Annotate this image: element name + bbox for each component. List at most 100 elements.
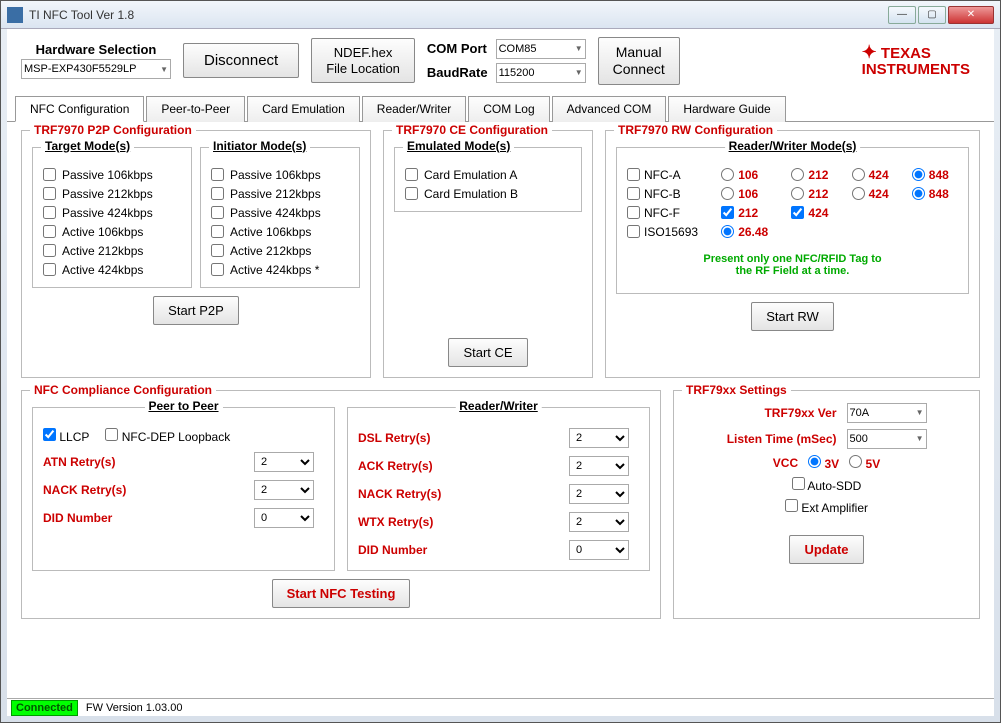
p2p-target-checkbox-0[interactable]: Passive 106kbps <box>43 168 181 182</box>
emulated-modes-title: Emulated Mode(s) <box>403 139 514 153</box>
start-p2p-button[interactable]: Start P2P <box>153 296 239 325</box>
rw-nfc-b-106[interactable]: 106 <box>721 187 777 201</box>
maximize-button[interactable]: ▢ <box>918 6 946 24</box>
did-number-label: DID Number <box>43 511 240 525</box>
minimize-button[interactable]: — <box>888 6 916 24</box>
chevron-down-icon: ▼ <box>575 68 583 77</box>
update-button[interactable]: Update <box>789 535 863 564</box>
p2p-target-checkbox-4[interactable]: Active 212kbps <box>43 244 181 258</box>
dsl-retry-select[interactable]: 2 <box>569 428 629 448</box>
rw-nfc-f-checkbox[interactable]: NFC-F <box>627 206 707 220</box>
wtx-retry-select[interactable]: 2 <box>569 512 629 532</box>
tab-reader-writer[interactable]: Reader/Writer <box>362 96 466 122</box>
ext-amplifier-checkbox[interactable]: Ext Amplifier <box>785 499 868 515</box>
chevron-down-icon: ▼ <box>575 44 583 53</box>
hardware-selection-label: Hardware Selection <box>21 42 171 57</box>
rw-nfc-a-106[interactable]: 106 <box>721 168 777 182</box>
listen-time-label: Listen Time (mSec) <box>727 432 837 446</box>
vcc-5v-radio[interactable]: 5V <box>849 455 880 471</box>
tab-com-log[interactable]: COM Log <box>468 96 549 122</box>
vcc-3v-radio[interactable]: 3V <box>808 455 839 471</box>
chevron-down-icon: ▼ <box>160 65 168 74</box>
window-title: TI NFC Tool Ver 1.8 <box>29 8 888 22</box>
dsl-retry-label: DSL Retry(s) <box>358 431 555 445</box>
tab-nfc-configuration[interactable]: NFC Configuration <box>15 96 144 122</box>
ack-retry-select[interactable]: 2 <box>569 456 629 476</box>
rw-nfc-a-848[interactable]: 848 <box>912 168 958 182</box>
atn-retry-label: ATN Retry(s) <box>43 455 240 469</box>
app-icon <box>7 7 23 23</box>
rw-hint: Present only one NFC/RFID Tag to the RF … <box>627 253 958 277</box>
target-modes-title: Target Mode(s) <box>41 139 134 153</box>
rw-panel-title: TRF7970 RW Configuration <box>614 123 777 137</box>
start-nfc-testing-button[interactable]: Start NFC Testing <box>272 579 411 608</box>
tab-advanced-com[interactable]: Advanced COM <box>552 96 667 122</box>
baudrate-label: BaudRate <box>427 65 488 80</box>
ncc-p2p-title: Peer to Peer <box>144 399 222 413</box>
rw-nfc-f-424[interactable]: 424 <box>791 206 837 220</box>
start-rw-button[interactable]: Start RW <box>751 302 834 331</box>
ti-logo: ✦ TEXAS INSTRUMENTS <box>862 43 980 78</box>
hardware-selection-dropdown[interactable]: MSP-EXP430F5529LP▼ <box>21 59 171 79</box>
p2p-initiator-checkbox-1[interactable]: Passive 212kbps <box>211 187 349 201</box>
nfcdep-loopback-checkbox[interactable]: NFC-DEP Loopback <box>105 428 230 444</box>
rw-nfc-a-checkbox[interactable]: NFC-A <box>627 168 707 182</box>
vcc-label: VCC <box>773 456 798 470</box>
rw-nfc-a-212[interactable]: 212 <box>791 168 837 182</box>
p2p-target-checkbox-3[interactable]: Active 106kbps <box>43 225 181 239</box>
rw-nfc-b-checkbox[interactable]: NFC-B <box>627 187 707 201</box>
rw-nack-retry-select[interactable]: 2 <box>569 484 629 504</box>
status-connected: Connected <box>11 700 78 716</box>
start-ce-button[interactable]: Start CE <box>448 338 527 367</box>
ack-retry-label: ACK Retry(s) <box>358 459 555 473</box>
auto-sdd-checkbox[interactable]: Auto-SDD <box>792 477 862 493</box>
ncc-panel-title: NFC Compliance Configuration <box>30 383 216 397</box>
llcp-checkbox[interactable]: LLCP <box>43 428 89 444</box>
rw-nack-retry-label: NACK Retry(s) <box>358 487 555 501</box>
com-port-dropdown[interactable]: COM85▼ <box>496 39 586 59</box>
ndef-file-location-button[interactable]: NDEF.hex File Location <box>311 38 415 83</box>
p2p-target-checkbox-2[interactable]: Passive 424kbps <box>43 206 181 220</box>
listen-time-dropdown[interactable]: 500▼ <box>847 429 927 449</box>
p2p-initiator-checkbox-2[interactable]: Passive 424kbps <box>211 206 349 220</box>
rw-nfc-b-424[interactable]: 424 <box>852 187 898 201</box>
atn-retry-select[interactable]: 2 <box>254 452 314 472</box>
trf-ver-label: TRF79xx Ver <box>727 406 837 420</box>
did-number-select[interactable]: 0 <box>254 508 314 528</box>
ce-checkbox-0[interactable]: Card Emulation A <box>405 168 571 182</box>
rw-nfc-b-212[interactable]: 212 <box>791 187 837 201</box>
rw-modes-title: Reader/Writer Mode(s) <box>725 139 861 153</box>
trf-ver-dropdown[interactable]: 70A▼ <box>847 403 927 423</box>
ncc-rw-title: Reader/Writer <box>455 399 541 413</box>
initiator-modes-title: Initiator Mode(s) <box>209 139 310 153</box>
p2p-initiator-checkbox-4[interactable]: Active 212kbps <box>211 244 349 258</box>
p2p-target-checkbox-5[interactable]: Active 424kbps <box>43 263 181 277</box>
ce-checkbox-1[interactable]: Card Emulation B <box>405 187 571 201</box>
status-fw-version: FW Version 1.03.00 <box>82 702 187 714</box>
rw-iso15693-checkbox[interactable]: ISO15693 <box>627 225 707 239</box>
rw-nfc-b-848[interactable]: 848 <box>912 187 958 201</box>
disconnect-button[interactable]: Disconnect <box>183 43 299 78</box>
tab-bar: NFC Configuration Peer-to-Peer Card Emul… <box>7 95 994 122</box>
rw-iso15693-26.48[interactable]: 26.48 <box>721 225 777 239</box>
tab-card-emulation[interactable]: Card Emulation <box>247 96 360 122</box>
com-port-label: COM Port <box>427 41 488 56</box>
baudrate-dropdown[interactable]: 115200▼ <box>496 63 586 83</box>
p2p-initiator-checkbox-5[interactable]: Active 424kbps * <box>211 263 349 277</box>
trf-panel-title: TRF79xx Settings <box>682 383 791 397</box>
tab-peer-to-peer[interactable]: Peer-to-Peer <box>146 96 245 122</box>
p2p-initiator-checkbox-3[interactable]: Active 106kbps <box>211 225 349 239</box>
p2p-initiator-checkbox-0[interactable]: Passive 106kbps <box>211 168 349 182</box>
wtx-retry-label: WTX Retry(s) <box>358 515 555 529</box>
rw-did-number-label: DID Number <box>358 543 555 557</box>
p2p-target-checkbox-1[interactable]: Passive 212kbps <box>43 187 181 201</box>
ce-panel-title: TRF7970 CE Configuration <box>392 123 552 137</box>
tab-hardware-guide[interactable]: Hardware Guide <box>668 96 785 122</box>
rw-nfc-f-212[interactable]: 212 <box>721 206 777 220</box>
p2p-panel-title: TRF7970 P2P Configuration <box>30 123 196 137</box>
rw-did-number-select[interactable]: 0 <box>569 540 629 560</box>
close-button[interactable]: ✕ <box>948 6 994 24</box>
nack-retry-select[interactable]: 2 <box>254 480 314 500</box>
rw-nfc-a-424[interactable]: 424 <box>852 168 898 182</box>
manual-connect-button[interactable]: Manual Connect <box>598 37 680 85</box>
